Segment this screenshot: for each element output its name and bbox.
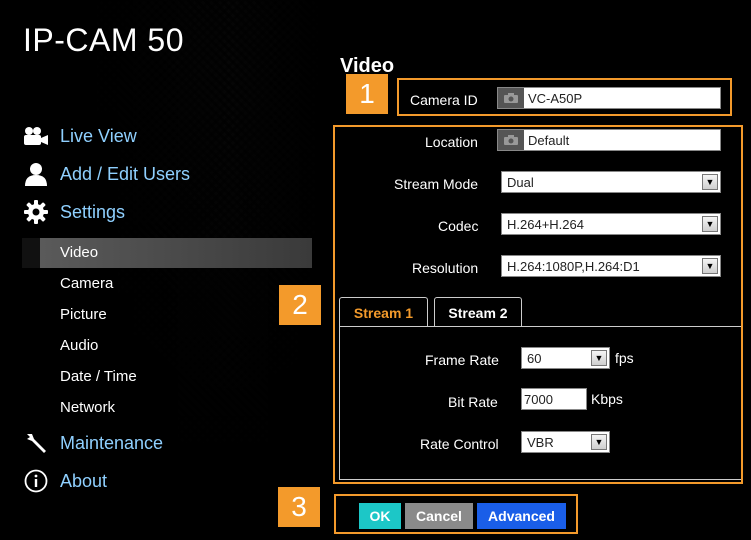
stream-mode-label: Stream Mode bbox=[394, 176, 479, 192]
bit-rate-label: Bit Rate bbox=[448, 394, 498, 410]
gear-icon bbox=[22, 199, 50, 225]
codec-value: H.264+H.264 bbox=[507, 216, 584, 232]
chevron-down-icon[interactable]: ▼ bbox=[591, 350, 607, 366]
nav-add-edit-users-label: Add / Edit Users bbox=[60, 163, 191, 184]
cancel-button[interactable]: Cancel bbox=[405, 503, 473, 529]
video-camera-icon bbox=[22, 123, 50, 149]
frame-rate-select[interactable]: 60 ▼ bbox=[521, 347, 610, 369]
settings-item-video[interactable]: Video bbox=[60, 244, 98, 261]
brand-title: IP-CAM 50 bbox=[23, 22, 184, 58]
wrench-icon bbox=[22, 430, 50, 456]
callout-badge-3: 3 bbox=[278, 487, 320, 527]
frame-rate-value: 60 bbox=[527, 350, 542, 366]
codec-label: Codec bbox=[438, 218, 479, 234]
location-label: Location bbox=[425, 134, 478, 150]
tab-stream-2[interactable]: Stream 2 bbox=[434, 297, 522, 327]
camera-icon bbox=[498, 88, 524, 108]
settings-item-picture[interactable]: Picture bbox=[60, 306, 107, 323]
nav-about-label: About bbox=[60, 470, 108, 491]
settings-item-audio[interactable]: Audio bbox=[60, 337, 98, 354]
nav-add-edit-users[interactable]: Add / Edit Users bbox=[22, 160, 190, 188]
advanced-button[interactable]: Advanced bbox=[477, 503, 566, 529]
chevron-down-icon[interactable]: ▼ bbox=[702, 216, 718, 232]
settings-item-network[interactable]: Network bbox=[60, 399, 115, 416]
ok-button[interactable]: OK bbox=[359, 503, 401, 529]
nav-settings[interactable]: Settings bbox=[22, 198, 125, 226]
bit-rate-unit: Kbps bbox=[591, 391, 623, 407]
camera-id-label: Camera ID bbox=[410, 92, 478, 108]
stream-mode-select[interactable]: Dual ▼ bbox=[501, 171, 721, 193]
frame-rate-label: Frame Rate bbox=[425, 352, 499, 368]
settings-item-date-time[interactable]: Date / Time bbox=[60, 368, 137, 385]
bit-rate-value: 7000 bbox=[524, 391, 553, 407]
nav-settings-label: Settings bbox=[60, 201, 126, 222]
nav-about[interactable]: About bbox=[22, 467, 107, 495]
sidebar: IP-CAM 50 Live View Add / Edit Users Set… bbox=[0, 0, 330, 540]
rate-control-select[interactable]: VBR ▼ bbox=[521, 431, 610, 453]
resolution-select[interactable]: H.264:1080P,H.264:D1 ▼ bbox=[501, 255, 721, 277]
camera-id-value: VC-A50P bbox=[528, 90, 583, 106]
resolution-label: Resolution bbox=[412, 260, 479, 276]
frame-rate-unit: fps bbox=[615, 350, 634, 366]
stream-mode-value: Dual bbox=[507, 174, 534, 190]
callout-badge-2: 2 bbox=[279, 285, 321, 325]
codec-select[interactable]: H.264+H.264 ▼ bbox=[501, 213, 721, 235]
nav-maintenance[interactable]: Maintenance bbox=[22, 429, 163, 457]
resolution-value: H.264:1080P,H.264:D1 bbox=[507, 258, 640, 274]
info-icon bbox=[22, 468, 50, 494]
nav-live-view-label: Live View bbox=[60, 125, 137, 146]
chevron-down-icon[interactable]: ▼ bbox=[702, 258, 718, 274]
location-field[interactable]: Default bbox=[497, 129, 721, 151]
callout-badge-1: 1 bbox=[346, 74, 388, 114]
camera-icon bbox=[498, 130, 524, 150]
bit-rate-input[interactable]: 7000 bbox=[521, 388, 587, 410]
nav-maintenance-label: Maintenance bbox=[60, 432, 164, 453]
rate-control-value: VBR bbox=[527, 434, 554, 450]
settings-item-camera[interactable]: Camera bbox=[60, 275, 113, 292]
chevron-down-icon[interactable]: ▼ bbox=[702, 174, 718, 190]
tab-stream-1[interactable]: Stream 1 bbox=[339, 297, 428, 327]
nav-live-view[interactable]: Live View bbox=[22, 122, 137, 150]
user-icon bbox=[22, 161, 50, 187]
chevron-down-icon[interactable]: ▼ bbox=[591, 434, 607, 450]
location-value: Default bbox=[528, 132, 570, 148]
camera-id-field[interactable]: VC-A50P bbox=[497, 87, 721, 109]
rate-control-label: Rate Control bbox=[420, 436, 499, 452]
